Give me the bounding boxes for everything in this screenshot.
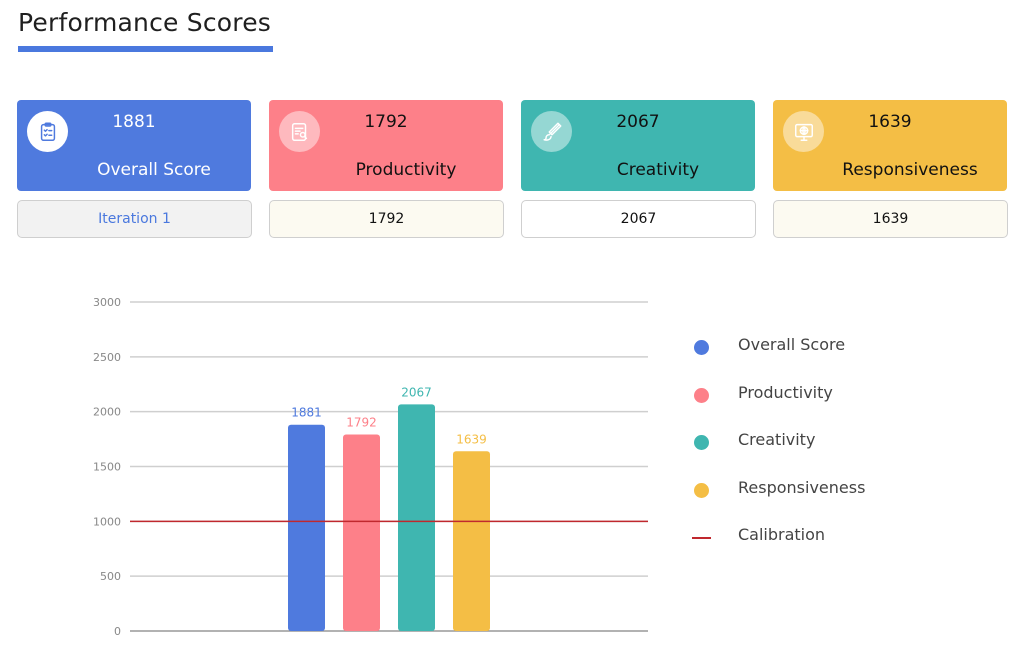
bar-productivity bbox=[343, 434, 380, 631]
legend-label: Overall Score bbox=[738, 335, 846, 354]
legend-marker bbox=[694, 340, 709, 355]
legend-label: Productivity bbox=[738, 382, 833, 402]
data-label: 1881 bbox=[291, 406, 322, 420]
iteration-selector[interactable]: Iteration 1 bbox=[17, 200, 252, 238]
bar-overall-score bbox=[288, 424, 325, 631]
card-responsiveness: 1639 Responsiveness bbox=[773, 100, 1007, 191]
card-label: Responsiveness bbox=[842, 160, 978, 180]
legend-label: Calibration bbox=[738, 525, 826, 544]
legend-line-marker bbox=[692, 537, 711, 539]
bar-creativity bbox=[398, 404, 435, 631]
responsiveness-value-box: 1639 bbox=[773, 200, 1008, 238]
card-label: Overall Score bbox=[97, 160, 211, 180]
y-tick-label: 1000 bbox=[93, 515, 121, 528]
legend-label: Creativity bbox=[738, 430, 816, 449]
data-label: 1792 bbox=[346, 415, 377, 429]
creativity-value-box: 2067 bbox=[521, 200, 756, 238]
card-value: 2067 bbox=[616, 112, 660, 132]
card-creativity: 2067 Creativity bbox=[521, 100, 755, 191]
productivity-value-box: 1792 bbox=[269, 200, 504, 238]
y-tick-label: 2500 bbox=[93, 351, 121, 364]
y-tick-label: 0 bbox=[114, 625, 121, 638]
page-title: Performance Scores bbox=[18, 8, 272, 37]
legend-marker bbox=[694, 435, 709, 450]
card-label: Creativity bbox=[616, 160, 700, 180]
data-label: 1639 bbox=[456, 432, 487, 446]
legend-label: Responsiveness bbox=[738, 477, 866, 497]
title-underline bbox=[18, 46, 273, 52]
data-label: 2067 bbox=[401, 385, 432, 399]
y-tick-label: 500 bbox=[100, 570, 121, 583]
card-value: 1792 bbox=[364, 112, 408, 132]
legend-marker bbox=[694, 387, 709, 403]
y-tick-label: 3000 bbox=[93, 296, 121, 309]
card-overall-score: 1881 Overall Score bbox=[17, 100, 251, 191]
y-tick-label: 2000 bbox=[93, 406, 121, 419]
card-value: 1639 bbox=[868, 112, 912, 132]
bar-responsiveness bbox=[453, 451, 490, 631]
bar-chart: 0 500 1000 1500 2000 2500 3000 1881 1792 2067 1639 bbox=[93, 296, 648, 638]
card-label: Productivity bbox=[355, 160, 457, 180]
card-productivity: 1792 Productivity bbox=[269, 100, 503, 191]
y-tick-label: 1500 bbox=[93, 461, 121, 474]
card-value: 1881 bbox=[112, 112, 156, 132]
legend-marker bbox=[694, 482, 709, 498]
